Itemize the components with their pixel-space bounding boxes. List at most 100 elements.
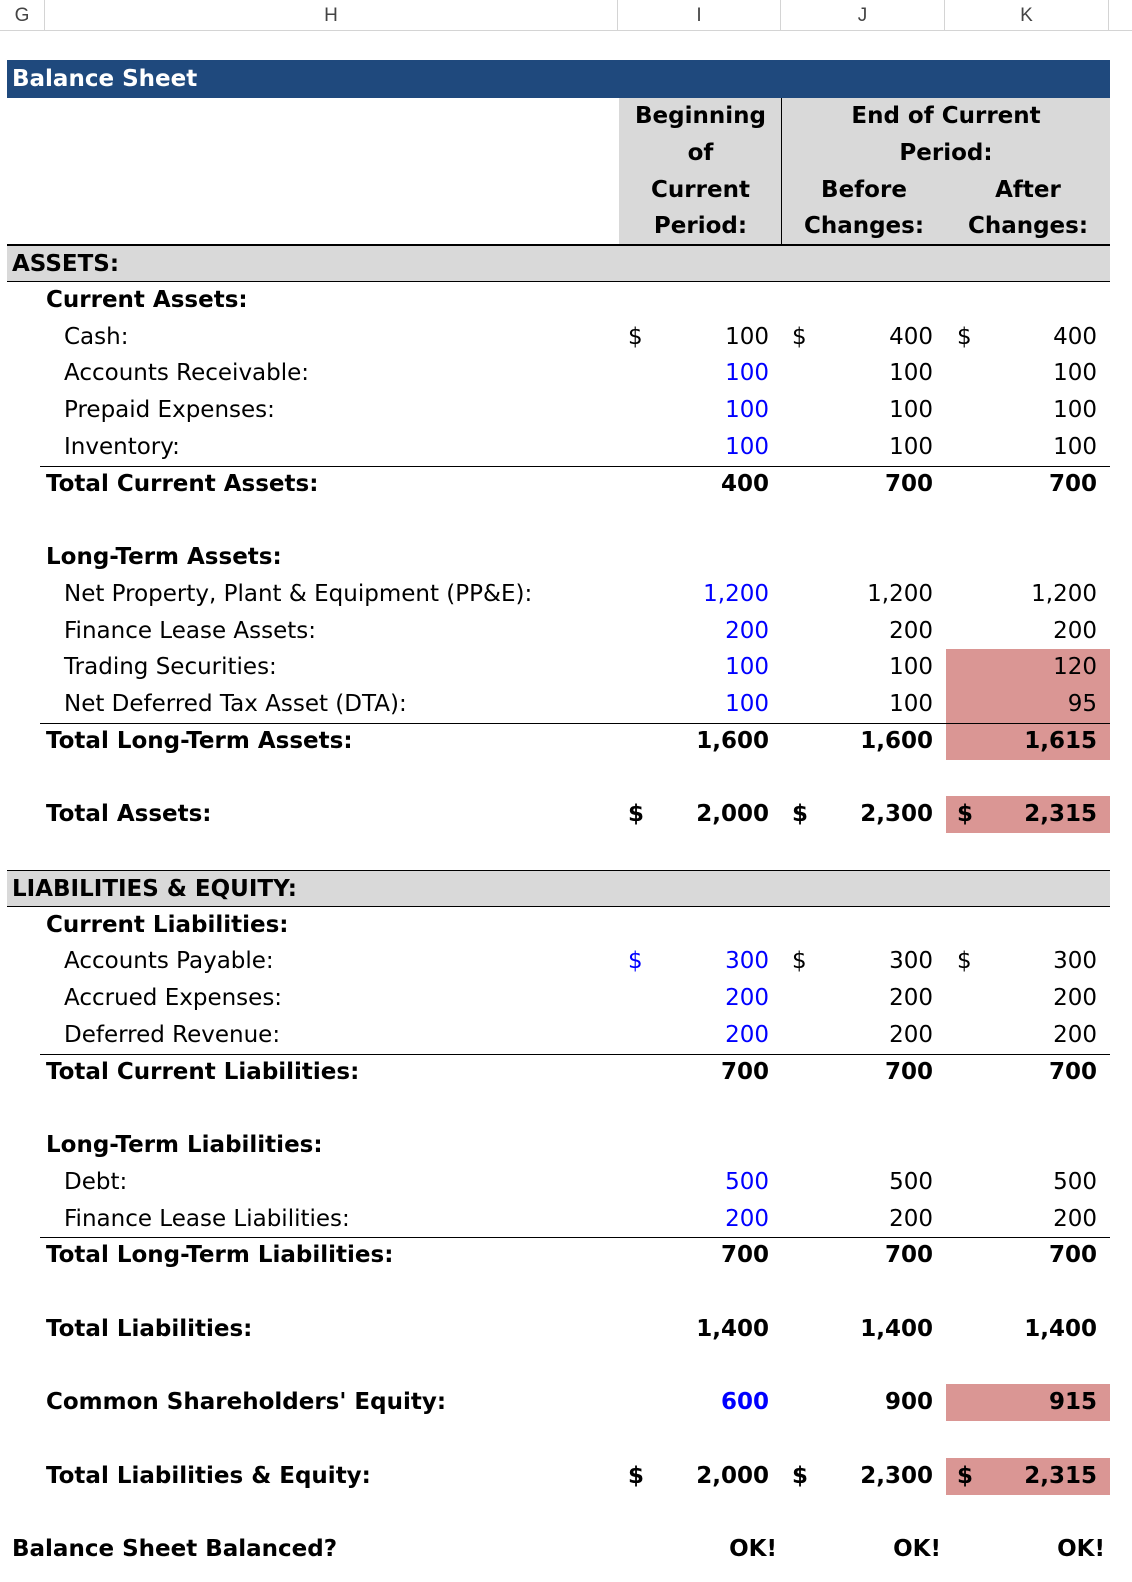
debt-value-i[interactable]: 500 bbox=[619, 1164, 769, 1201]
fla-value-k[interactable]: 200 bbox=[946, 613, 1097, 650]
fla-label[interactable]: Finance Lease Assets: bbox=[64, 613, 316, 650]
balance-check-label[interactable]: Balance Sheet Balanced? bbox=[12, 1531, 337, 1568]
total-lt-liabilities-label[interactable]: Total Long-Term Liabilities: bbox=[46, 1237, 393, 1274]
balance-check-i[interactable]: OK! bbox=[619, 1531, 777, 1568]
equity-value-j[interactable]: 900 bbox=[782, 1384, 933, 1421]
header-end-1[interactable]: End of Current bbox=[782, 98, 1110, 135]
assets-section-label[interactable]: ASSETS: bbox=[12, 246, 119, 283]
column-header-i[interactable]: I bbox=[618, 0, 781, 31]
lt-liabilities-header[interactable]: Long-Term Liabilities: bbox=[46, 1127, 323, 1164]
total-assets-value-j[interactable]: 2,300 bbox=[782, 796, 933, 833]
total-lt-assets-label[interactable]: Total Long-Term Assets: bbox=[46, 723, 353, 760]
trading-value-i[interactable]: 100 bbox=[619, 649, 769, 686]
ppe-label[interactable]: Net Property, Plant & Equipment (PP&E): bbox=[64, 576, 532, 613]
current-assets-header[interactable]: Current Assets: bbox=[46, 282, 248, 319]
total-assets-value-i[interactable]: 2,000 bbox=[619, 796, 769, 833]
header-beginning-4[interactable]: Period: bbox=[619, 208, 782, 245]
header-after-1[interactable]: After bbox=[946, 172, 1110, 209]
total-lt-liabilities-value-i[interactable]: 700 bbox=[619, 1237, 769, 1274]
accrued-label[interactable]: Accrued Expenses: bbox=[64, 980, 282, 1017]
total-lt-assets-value-j[interactable]: 1,600 bbox=[782, 723, 933, 760]
total-lt-liabilities-value-j[interactable]: 700 bbox=[782, 1237, 933, 1274]
total-liabilities-value-j[interactable]: 1,400 bbox=[782, 1311, 933, 1348]
debt-value-k[interactable]: 500 bbox=[946, 1164, 1097, 1201]
header-beginning-3[interactable]: Current bbox=[619, 172, 782, 209]
cash-label[interactable]: Cash: bbox=[64, 319, 128, 356]
total-current-assets-label[interactable]: Total Current Assets: bbox=[46, 466, 318, 503]
equity-value-k[interactable]: 915 bbox=[946, 1384, 1097, 1421]
dta-value-j[interactable]: 100 bbox=[782, 686, 933, 723]
total-current-liabilities-label[interactable]: Total Current Liabilities: bbox=[46, 1054, 359, 1091]
header-beginning-2[interactable]: of bbox=[619, 135, 782, 172]
trading-value-j[interactable]: 100 bbox=[782, 649, 933, 686]
balance-check-j[interactable]: OK! bbox=[782, 1531, 941, 1568]
deferred-label[interactable]: Deferred Revenue: bbox=[64, 1017, 280, 1054]
inventory-label[interactable]: Inventory: bbox=[64, 429, 180, 466]
inventory-value-j[interactable]: 100 bbox=[782, 429, 933, 466]
ap-value-j[interactable]: 300 bbox=[782, 943, 933, 980]
total-liabilities-value-i[interactable]: 1,400 bbox=[619, 1311, 769, 1348]
total-current-assets-value-j[interactable]: 700 bbox=[782, 466, 933, 503]
current-liabilities-header[interactable]: Current Liabilities: bbox=[46, 907, 288, 944]
dta-value-k[interactable]: 95 bbox=[946, 686, 1097, 723]
header-before-2[interactable]: Changes: bbox=[782, 208, 946, 245]
accrued-value-k[interactable]: 200 bbox=[946, 980, 1097, 1017]
deferred-value-j[interactable]: 200 bbox=[782, 1017, 933, 1054]
liabilities-section-label[interactable]: LIABILITIES & EQUITY: bbox=[12, 871, 297, 908]
total-le-label[interactable]: Total Liabilities & Equity: bbox=[46, 1458, 371, 1495]
ppe-value-j[interactable]: 1,200 bbox=[782, 576, 933, 613]
debt-value-j[interactable]: 500 bbox=[782, 1164, 933, 1201]
total-liabilities-value-k[interactable]: 1,400 bbox=[946, 1311, 1097, 1348]
total-lt-liabilities-value-k[interactable]: 700 bbox=[946, 1237, 1097, 1274]
column-header-h[interactable]: H bbox=[45, 0, 618, 31]
fll-value-k[interactable]: 200 bbox=[946, 1201, 1097, 1238]
cash-value-k[interactable]: 400 bbox=[946, 319, 1097, 356]
ap-value-k[interactable]: 300 bbox=[946, 943, 1097, 980]
sheet-title[interactable]: Balance Sheet bbox=[7, 60, 1110, 98]
header-before-1[interactable]: Before bbox=[782, 172, 946, 209]
fll-label[interactable]: Finance Lease Liabilities: bbox=[64, 1201, 350, 1238]
total-current-assets-value-i[interactable]: 400 bbox=[619, 466, 769, 503]
ap-label[interactable]: Accounts Payable: bbox=[64, 943, 274, 980]
dta-label[interactable]: Net Deferred Tax Asset (DTA): bbox=[64, 686, 407, 723]
ar-value-i[interactable]: 100 bbox=[619, 355, 769, 392]
header-after-2[interactable]: Changes: bbox=[946, 208, 1110, 245]
inventory-value-k[interactable]: 100 bbox=[946, 429, 1097, 466]
ar-value-j[interactable]: 100 bbox=[782, 355, 933, 392]
trading-value-k[interactable]: 120 bbox=[946, 649, 1097, 686]
prepaid-value-j[interactable]: 100 bbox=[782, 392, 933, 429]
prepaid-value-i[interactable]: 100 bbox=[619, 392, 769, 429]
total-current-assets-value-k[interactable]: 700 bbox=[946, 466, 1097, 503]
accrued-value-j[interactable]: 200 bbox=[782, 980, 933, 1017]
deferred-value-i[interactable]: 200 bbox=[619, 1017, 769, 1054]
fll-value-i[interactable]: 200 bbox=[619, 1201, 769, 1238]
equity-label[interactable]: Common Shareholders' Equity: bbox=[46, 1384, 446, 1421]
cash-value-i[interactable]: 100 bbox=[619, 319, 769, 356]
balance-check-k[interactable]: OK! bbox=[946, 1531, 1105, 1568]
fla-value-i[interactable]: 200 bbox=[619, 613, 769, 650]
accrued-value-i[interactable]: 200 bbox=[619, 980, 769, 1017]
total-current-liabilities-value-k[interactable]: 700 bbox=[946, 1054, 1097, 1091]
dta-value-i[interactable]: 100 bbox=[619, 686, 769, 723]
ppe-value-k[interactable]: 1,200 bbox=[946, 576, 1097, 613]
lt-assets-header[interactable]: Long-Term Assets: bbox=[46, 539, 282, 576]
column-header-g[interactable]: G bbox=[0, 0, 45, 31]
ar-label[interactable]: Accounts Receivable: bbox=[64, 355, 309, 392]
fll-value-j[interactable]: 200 bbox=[782, 1201, 933, 1238]
prepaid-value-k[interactable]: 100 bbox=[946, 392, 1097, 429]
total-le-value-k[interactable]: 2,315 bbox=[946, 1458, 1097, 1495]
ap-value-i[interactable]: 300 bbox=[619, 943, 769, 980]
deferred-value-k[interactable]: 200 bbox=[946, 1017, 1097, 1054]
total-le-value-i[interactable]: 2,000 bbox=[619, 1458, 769, 1495]
total-assets-label[interactable]: Total Assets: bbox=[46, 796, 212, 833]
cash-value-j[interactable]: 400 bbox=[782, 319, 933, 356]
header-beginning-1[interactable]: Beginning bbox=[619, 98, 782, 135]
header-end-2[interactable]: Period: bbox=[782, 135, 1110, 172]
fla-value-j[interactable]: 200 bbox=[782, 613, 933, 650]
total-current-liabilities-value-j[interactable]: 700 bbox=[782, 1054, 933, 1091]
total-assets-value-k[interactable]: 2,315 bbox=[946, 796, 1097, 833]
total-liabilities-label[interactable]: Total Liabilities: bbox=[46, 1311, 252, 1348]
total-lt-assets-value-k[interactable]: 1,615 bbox=[946, 723, 1097, 760]
column-header-j[interactable]: J bbox=[781, 0, 945, 31]
total-lt-assets-value-i[interactable]: 1,600 bbox=[619, 723, 769, 760]
